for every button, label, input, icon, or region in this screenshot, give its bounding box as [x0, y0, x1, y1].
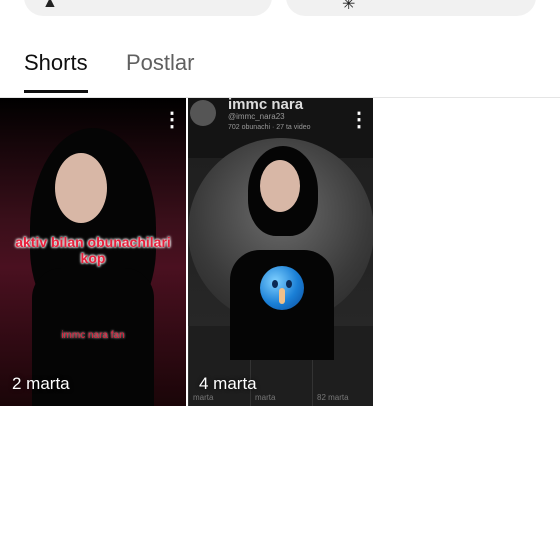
profile-handle: @immc_nara23 [228, 112, 285, 121]
chip-left[interactable]: ▲ [24, 0, 272, 16]
grid-cell-label: marta [193, 393, 214, 402]
emoji-eye [286, 280, 292, 288]
thumbnail-watermark: immc nara fan [61, 330, 125, 341]
profile-name: immc nara [228, 98, 304, 113]
emoji-finger [279, 288, 285, 304]
card-date: 4 marta [199, 374, 257, 393]
grid-cell-label: 82 marta [317, 393, 349, 402]
short-card[interactable]: aktiv bilan obunachilari kop immc nara f… [0, 98, 186, 406]
chip-right[interactable]: ✳ [286, 0, 536, 16]
more-vert-icon[interactable]: ⋮ [162, 110, 182, 130]
more-vert-icon[interactable]: ⋮ [349, 110, 369, 130]
profile-stats: 702 obunachi · 27 ta video [228, 124, 311, 131]
top-chip-row: ▲ ✳ [0, 0, 560, 18]
grid-cell-label: marta [255, 393, 276, 402]
tab-shorts[interactable]: Shorts [24, 50, 88, 93]
thumbnail-caption: aktiv bilan obunachilari kop [15, 234, 171, 266]
thumbnail-face [55, 153, 107, 223]
emoji-eye [272, 280, 278, 288]
short-card[interactable]: immc nara @immc_nara23 702 obunachi · 27… [188, 98, 373, 406]
tab-posts[interactable]: Postlar [126, 50, 194, 90]
card-date: 2 marta [12, 374, 70, 393]
sparkle-icon: ✳ [342, 0, 356, 13]
bell-icon: ▲ [42, 0, 58, 11]
thumbnail-face [260, 160, 300, 212]
shushing-emoji-icon [260, 266, 304, 310]
content-tabs: Shorts Postlar [0, 40, 560, 98]
avatar [190, 100, 216, 126]
